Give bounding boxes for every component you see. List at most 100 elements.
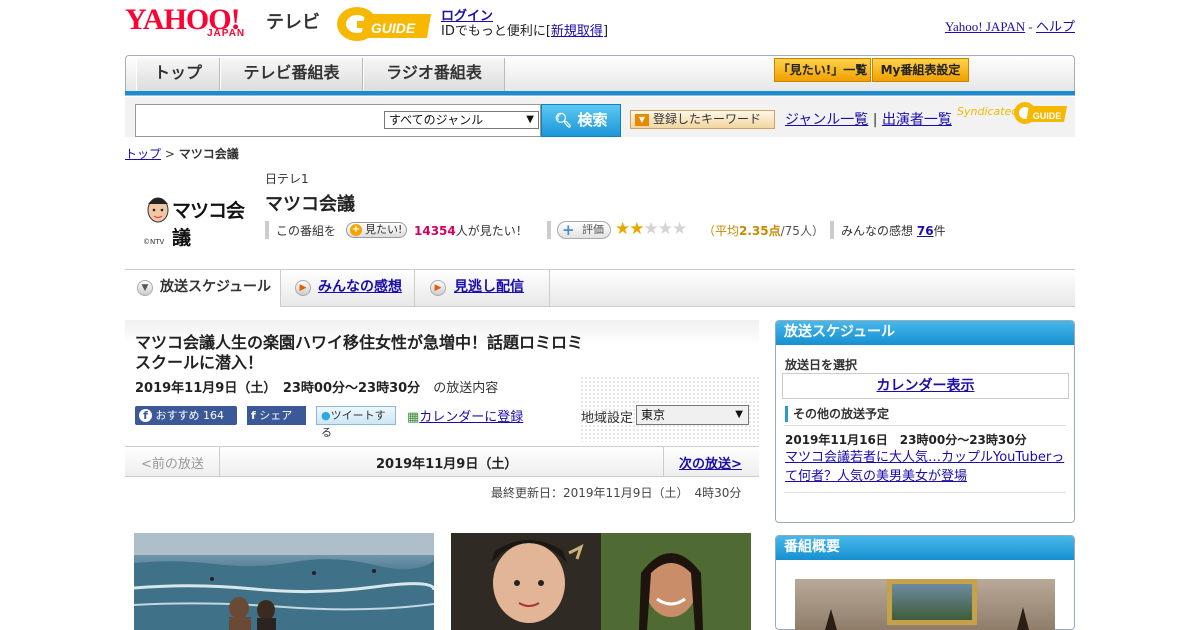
tweet-button[interactable]: ●ツイートする [316, 406, 396, 439]
star-filled-icon: ★ [629, 219, 644, 239]
id-promo-prefix: IDでもっと便利に[ [441, 24, 551, 39]
svg-text:GUIDE: GUIDE [371, 20, 416, 36]
kansou-text: みんなの感想 76件 [841, 222, 946, 239]
performer-list-link[interactable]: 出演者一覧 [882, 112, 952, 128]
twitter-bird-icon: ● [321, 409, 331, 422]
tv-logo-text[interactable]: テレビ [266, 8, 320, 34]
facebook-share-button[interactable]: f シェア [247, 406, 306, 425]
mitai-button-label: 見たい! [365, 223, 403, 236]
search-icon: 🔍︎ [554, 113, 573, 129]
genre-list-link[interactable]: ジャンル一覧 [785, 112, 868, 128]
stat-separator [547, 221, 551, 239]
kansou-prefix: みんなの感想 [841, 224, 914, 238]
rating-summary: （平均2.35点/75人） [703, 222, 824, 239]
top-links-dash: - [1025, 19, 1036, 34]
id-promo-text: IDでもっと便利に[新規取得] [441, 20, 608, 39]
gguide-logo: GUIDE [337, 7, 431, 41]
nav-tab-top[interactable]: トップ [136, 58, 220, 92]
fb-recommend-label: おすすめ [155, 409, 200, 422]
rating-open: （平均 [703, 224, 740, 238]
mitai-suffix: 人が見たい！ [455, 224, 528, 238]
search-button[interactable]: 🔍︎ 検索 [541, 104, 621, 137]
stat-separator [830, 221, 834, 239]
beach-scene-image [134, 533, 434, 630]
signup-link[interactable]: 新規取得 [551, 24, 603, 39]
dropdown-triangle-icon: ▼ [635, 114, 649, 126]
episode-photo-studio [451, 533, 751, 630]
overview-box-title: 番組概要 [776, 536, 1074, 560]
genre-performer-links: ジャンル一覧 | 出演者一覧 [785, 109, 952, 129]
breadcrumb-current: マツコ会議 [178, 147, 239, 161]
yahoo-japan-link[interactable]: Yahoo! JAPAN [945, 19, 1025, 34]
region-select[interactable]: 東京 ▼ [636, 405, 749, 425]
episode-title: マツコ会議人生の楽園ハワイ移住女性が急増中！話題ロミロミスクールに潜入！ [135, 333, 584, 372]
rating-stars: ★★★★★ [615, 219, 687, 239]
star-empty-icon: ★ [657, 219, 673, 239]
episode-photo-beach [134, 533, 434, 630]
yahoo-japan-logo-sub: JAPAN [207, 28, 246, 39]
nav-tab-tv-guide[interactable]: テレビ番組表 [220, 58, 363, 92]
star-empty-icon: ★ [643, 219, 659, 239]
mitai-count-text: 14354人が見たい！ [414, 222, 528, 239]
svg-text:GUIDE: GUIDE [1033, 111, 1062, 121]
fb-share-label: シェア [259, 409, 293, 422]
registered-keyword-button[interactable]: ▼ 登録したキーワード [630, 110, 775, 129]
program-tabs: ▼ 放送スケジュール ▶ みんなの感想 ▶ 見逃し配信 [125, 269, 1075, 307]
mitai-list-button[interactable]: 「見たい!」一覧 [774, 58, 871, 82]
next-broadcast-title-link[interactable]: マツコ会議若者に大人気…カップルYouTuberって何者？人気の美男美女が登場 [785, 448, 1065, 486]
region-select-value: 東京 [641, 408, 666, 422]
channel-name: 日テレ1 [265, 172, 309, 186]
episode-datetime-suffix: の放送内容 [433, 381, 499, 396]
syndicated-label: Syndicated [957, 105, 1019, 118]
calendar-view-button[interactable]: カレンダー表示 [782, 373, 1069, 399]
registered-keyword-label: 登録したキーワード [653, 112, 762, 126]
divider [784, 492, 1066, 493]
breadcrumb-top-link[interactable]: トップ [125, 147, 161, 161]
play-icon: ▶ [430, 280, 446, 296]
nav-tab-radio-guide[interactable]: ラジオ番組表 [363, 58, 505, 92]
divider [784, 425, 1066, 426]
rate-button[interactable]: + 評価 [557, 221, 611, 239]
episode-datetime-line: 2019年11月9日（土） 23時00分～23時30分 の放送内容 [135, 377, 498, 396]
region-label: 地域設定 [581, 411, 634, 426]
stat-separator [265, 221, 269, 239]
kansou-count-link[interactable]: 76 [917, 224, 934, 238]
plus-icon: + [562, 221, 575, 239]
id-promo-suffix: ] [602, 24, 609, 39]
star-empty-icon: ★ [672, 219, 687, 239]
tab-catchup-streaming[interactable]: ▶ 見逃し配信 [418, 270, 550, 307]
gguide-small-logo: GUIDE [1014, 102, 1067, 124]
nav-accent-bar [125, 91, 1075, 96]
prev-broadcast-link: <前の放送 [141, 457, 204, 472]
last-updated: 最終更新日：2019年11月9日（土） 4時30分 [491, 486, 742, 500]
links-divider: | [872, 112, 878, 128]
tab-label: みんなの感想 [318, 279, 402, 295]
select-date-label: 放送日を選択 [785, 358, 858, 372]
genre-select[interactable]: すべてのジャンル ▼ [384, 111, 539, 129]
main-nav: トップ テレビ番組表 ラジオ番組表 「見たい!」一覧 My番組表設定 [125, 55, 1075, 92]
mitai-count: 14354 [414, 224, 456, 238]
tab-broadcast-schedule[interactable]: ▼ 放送スケジュール [125, 270, 281, 307]
help-link[interactable]: ヘルプ [1036, 19, 1075, 34]
program-title: マツコ会議 [265, 194, 355, 215]
episode-datetime: 2019年11月9日（土） 23時00分～23時30分 [135, 381, 421, 396]
rating-value: 2.35点 [739, 224, 781, 238]
calendar-register[interactable]: ▦カレンダーに登録 [407, 406, 523, 425]
next-broadcast-link[interactable]: 次の放送> [679, 453, 742, 472]
other-broadcasts-heading: その他の放送予定 [785, 406, 889, 422]
program-logo-text: マツコ会議 [172, 200, 245, 249]
tab-label: 見逃し配信 [454, 279, 524, 295]
my-program-settings-button[interactable]: My番組表設定 [872, 58, 969, 82]
fb-recommend-count: 164 [203, 409, 224, 422]
facebook-recommend-button[interactable]: f おすすめ 164 [135, 406, 237, 425]
rating-people: /75人） [780, 224, 824, 238]
overview-scene-image [825, 607, 1029, 630]
plus-icon: + [350, 224, 362, 236]
schedule-box-title: 放送スケジュール [776, 321, 1074, 345]
star-filled-icon: ★ [615, 219, 630, 239]
calendar-register-link[interactable]: カレンダーに登録 [419, 410, 523, 425]
copyright-ntv: ©NTV [143, 238, 165, 246]
tab-reviews[interactable]: ▶ みんなの感想 [283, 270, 415, 307]
mitai-button[interactable]: + 見たい! [346, 222, 408, 238]
kansou-suffix: 件 [933, 224, 946, 238]
